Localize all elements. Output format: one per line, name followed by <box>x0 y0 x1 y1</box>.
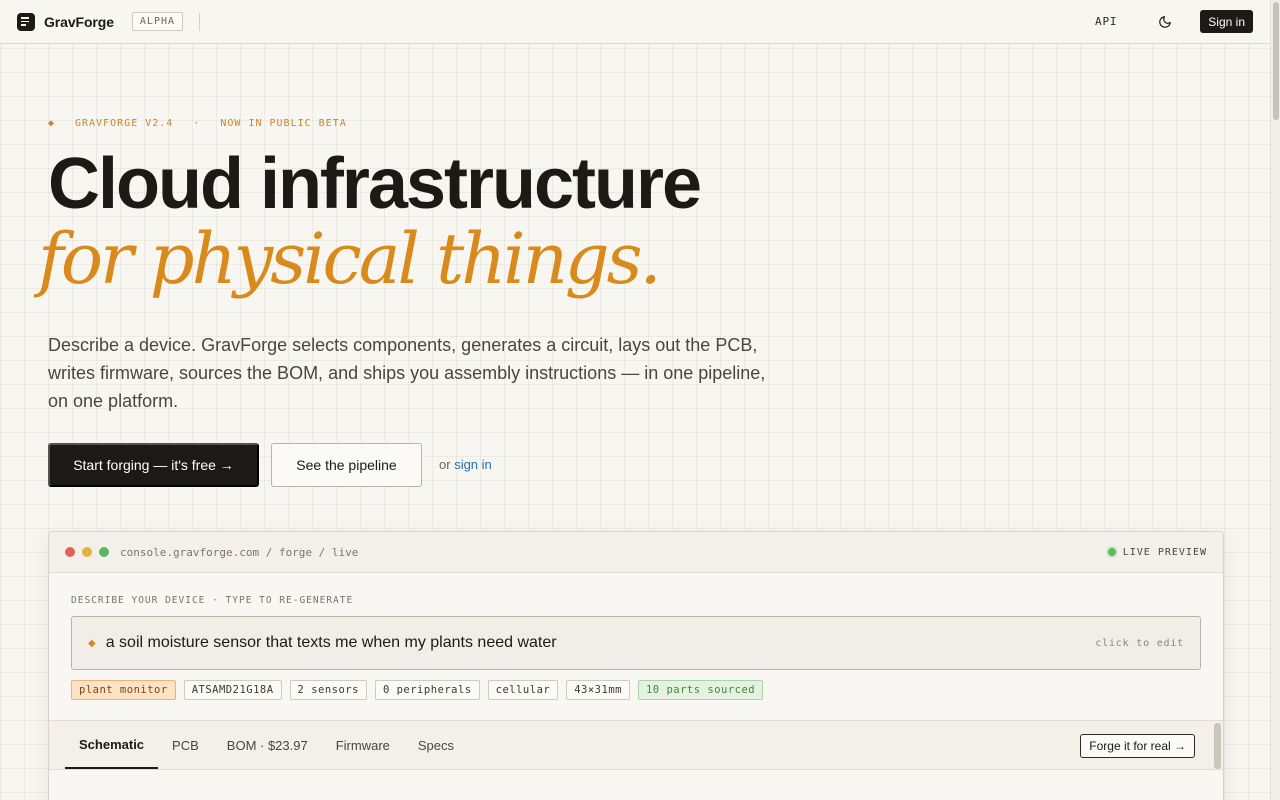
console-scrollbar-thumb[interactable] <box>1214 723 1221 769</box>
live-status-dot <box>1105 546 1118 558</box>
window-minimize-dot <box>82 547 92 557</box>
api-link[interactable]: API <box>1095 15 1117 28</box>
device-prompt-text[interactable]: a soil moisture sensor that texts me whe… <box>106 634 557 652</box>
eyebrow-status: NOW IN PUBLIC BETA <box>220 118 347 129</box>
live-console-preview: console.gravforge.com / forge / live LIV… <box>48 531 1224 800</box>
forge-it-for-real-button[interactable]: Forge it for real → <box>1080 734 1195 758</box>
chip-board-size: 43×31mm <box>566 680 630 700</box>
chip-parts-sourced: 10 parts sourced <box>637 680 764 700</box>
eyebrow-version: GRAVFORGE V2.4 <box>75 118 174 129</box>
window-close-dot <box>65 547 75 557</box>
sign-in-link[interactable]: sign in <box>454 457 492 472</box>
device-prompt-input[interactable]: ◆ a soil moisture sensor that texts me w… <box>71 616 1201 670</box>
chip-connectivity: cellular <box>487 680 559 700</box>
chip-device-type: plant monitor <box>71 680 176 700</box>
live-preview-indicator: LIVE PREVIEW <box>1105 546 1207 558</box>
tab-firmware[interactable]: Firmware <box>322 721 404 769</box>
alpha-badge: ALPHA <box>131 12 184 31</box>
chip-sensors: 2 sensors <box>289 680 367 700</box>
brand-name[interactable]: GravForge <box>44 14 114 30</box>
live-preview-label: LIVE PREVIEW <box>1122 546 1207 558</box>
hero-headline-line1: Cloud infrastructure <box>48 144 702 224</box>
chip-peripherals: 0 peripherals <box>374 680 480 700</box>
or-text: or <box>439 457 451 472</box>
top-navigation-bar: GravForge ALPHA API Sign in <box>0 0 1270 44</box>
hero-headline-line2: for physical things. <box>38 218 662 300</box>
tab-pcb[interactable]: PCB <box>158 721 213 769</box>
see-pipeline-button[interactable]: See the pipeline <box>271 443 422 487</box>
spec-chips: plant monitor ATSAMD21G18A 2 sensors 0 p… <box>71 680 764 700</box>
console-url: console.gravforge.com / forge / live <box>120 545 359 559</box>
menu-lines-icon[interactable] <box>17 12 35 31</box>
describe-device-label: DESCRIBE YOUR DEVICE · TYPE TO RE-GENERA… <box>71 595 354 606</box>
console-title-bar: console.gravforge.com / forge / live LIV… <box>49 532 1223 573</box>
page-scrollbar[interactable] <box>1270 0 1280 800</box>
or-sign-in: or sign in <box>439 457 492 472</box>
eyebrow-separator: · <box>193 118 201 129</box>
page-scrollbar-thumb[interactable] <box>1273 2 1279 120</box>
click-to-edit-hint: click to edit <box>1095 637 1184 649</box>
start-forging-button[interactable]: Start forging — it's free → <box>48 443 259 487</box>
hero-description: Describe a device. GravForge selects com… <box>48 335 766 411</box>
hero-eyebrow: ◆ GRAVFORGE V2.4 · NOW IN PUBLIC BETA <box>48 118 347 129</box>
diamond-icon: ◆ <box>88 637 96 649</box>
nav-divider <box>199 12 201 31</box>
window-maximize-dot <box>99 547 109 557</box>
console-tabs: Schematic PCB BOM · $23.97 Firmware Spec… <box>49 720 1223 770</box>
sign-in-button[interactable]: Sign in <box>1200 10 1253 33</box>
tab-specs[interactable]: Specs <box>404 721 468 769</box>
tab-schematic[interactable]: Schematic <box>65 721 159 769</box>
tab-bom[interactable]: BOM · $23.97 <box>213 721 322 769</box>
diamond-icon: ◆ <box>48 118 56 129</box>
chip-mcu: ATSAMD21G18A <box>183 680 282 700</box>
moon-icon[interactable] <box>1157 14 1173 30</box>
